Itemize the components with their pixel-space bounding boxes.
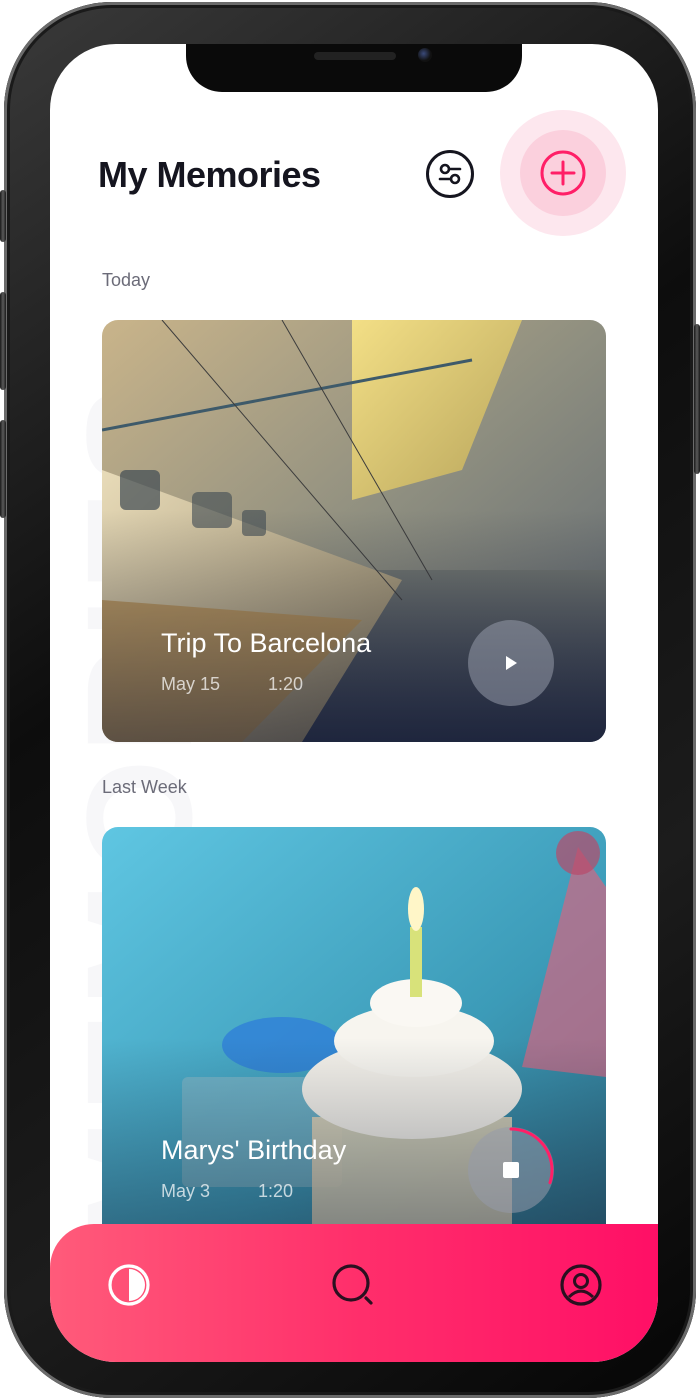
filter-button[interactable] (426, 150, 474, 198)
card-title: Trip To Barcelona (161, 628, 372, 658)
mute-switch (0, 190, 6, 242)
front-camera (418, 48, 432, 62)
stop-button[interactable] (468, 1127, 554, 1213)
play-icon (506, 656, 517, 670)
play-button[interactable] (468, 620, 554, 706)
sliders-icon (438, 163, 462, 185)
add-memory-button[interactable] (520, 130, 606, 216)
app-screen: MEMORIES My Memories Today Trip To Barce… (50, 44, 658, 1362)
search-icon (332, 1264, 373, 1305)
power-button (694, 324, 700, 474)
tab-contrast[interactable] (106, 1262, 152, 1308)
card-meta: May 15 1:20 (161, 674, 303, 695)
section-label-last-week: Last Week (102, 777, 187, 797)
memory-card-barcelona[interactable]: Trip To Barcelona May 15 1:20 (102, 320, 606, 742)
tab-search[interactable] (330, 1262, 376, 1308)
tab-profile[interactable] (558, 1262, 604, 1308)
phone-frame: MEMORIES My Memories Today Trip To Barce… (0, 2, 700, 1398)
card-duration: 1:20 (258, 1181, 294, 1201)
contrast-icon (108, 1264, 150, 1306)
playback-progress-ring (468, 1127, 554, 1213)
section-label-today: Today (102, 270, 151, 290)
card-date: May 3 (161, 1181, 211, 1201)
card-title: Marys' Birthday (161, 1135, 347, 1165)
volume-up-button (0, 292, 6, 390)
notch (186, 44, 522, 92)
earpiece-speaker (314, 52, 396, 60)
profile-icon (560, 1264, 602, 1306)
page-title: My Memories (98, 154, 321, 195)
memory-card-birthday[interactable]: Marys' Birthday May 3 1:20 (102, 827, 606, 1249)
plus-circle-icon (540, 150, 586, 196)
card-date: May 15 (161, 674, 221, 694)
card-meta: May 3 1:20 (161, 1181, 293, 1202)
volume-down-button (0, 420, 6, 518)
card-duration: 1:20 (268, 674, 304, 694)
